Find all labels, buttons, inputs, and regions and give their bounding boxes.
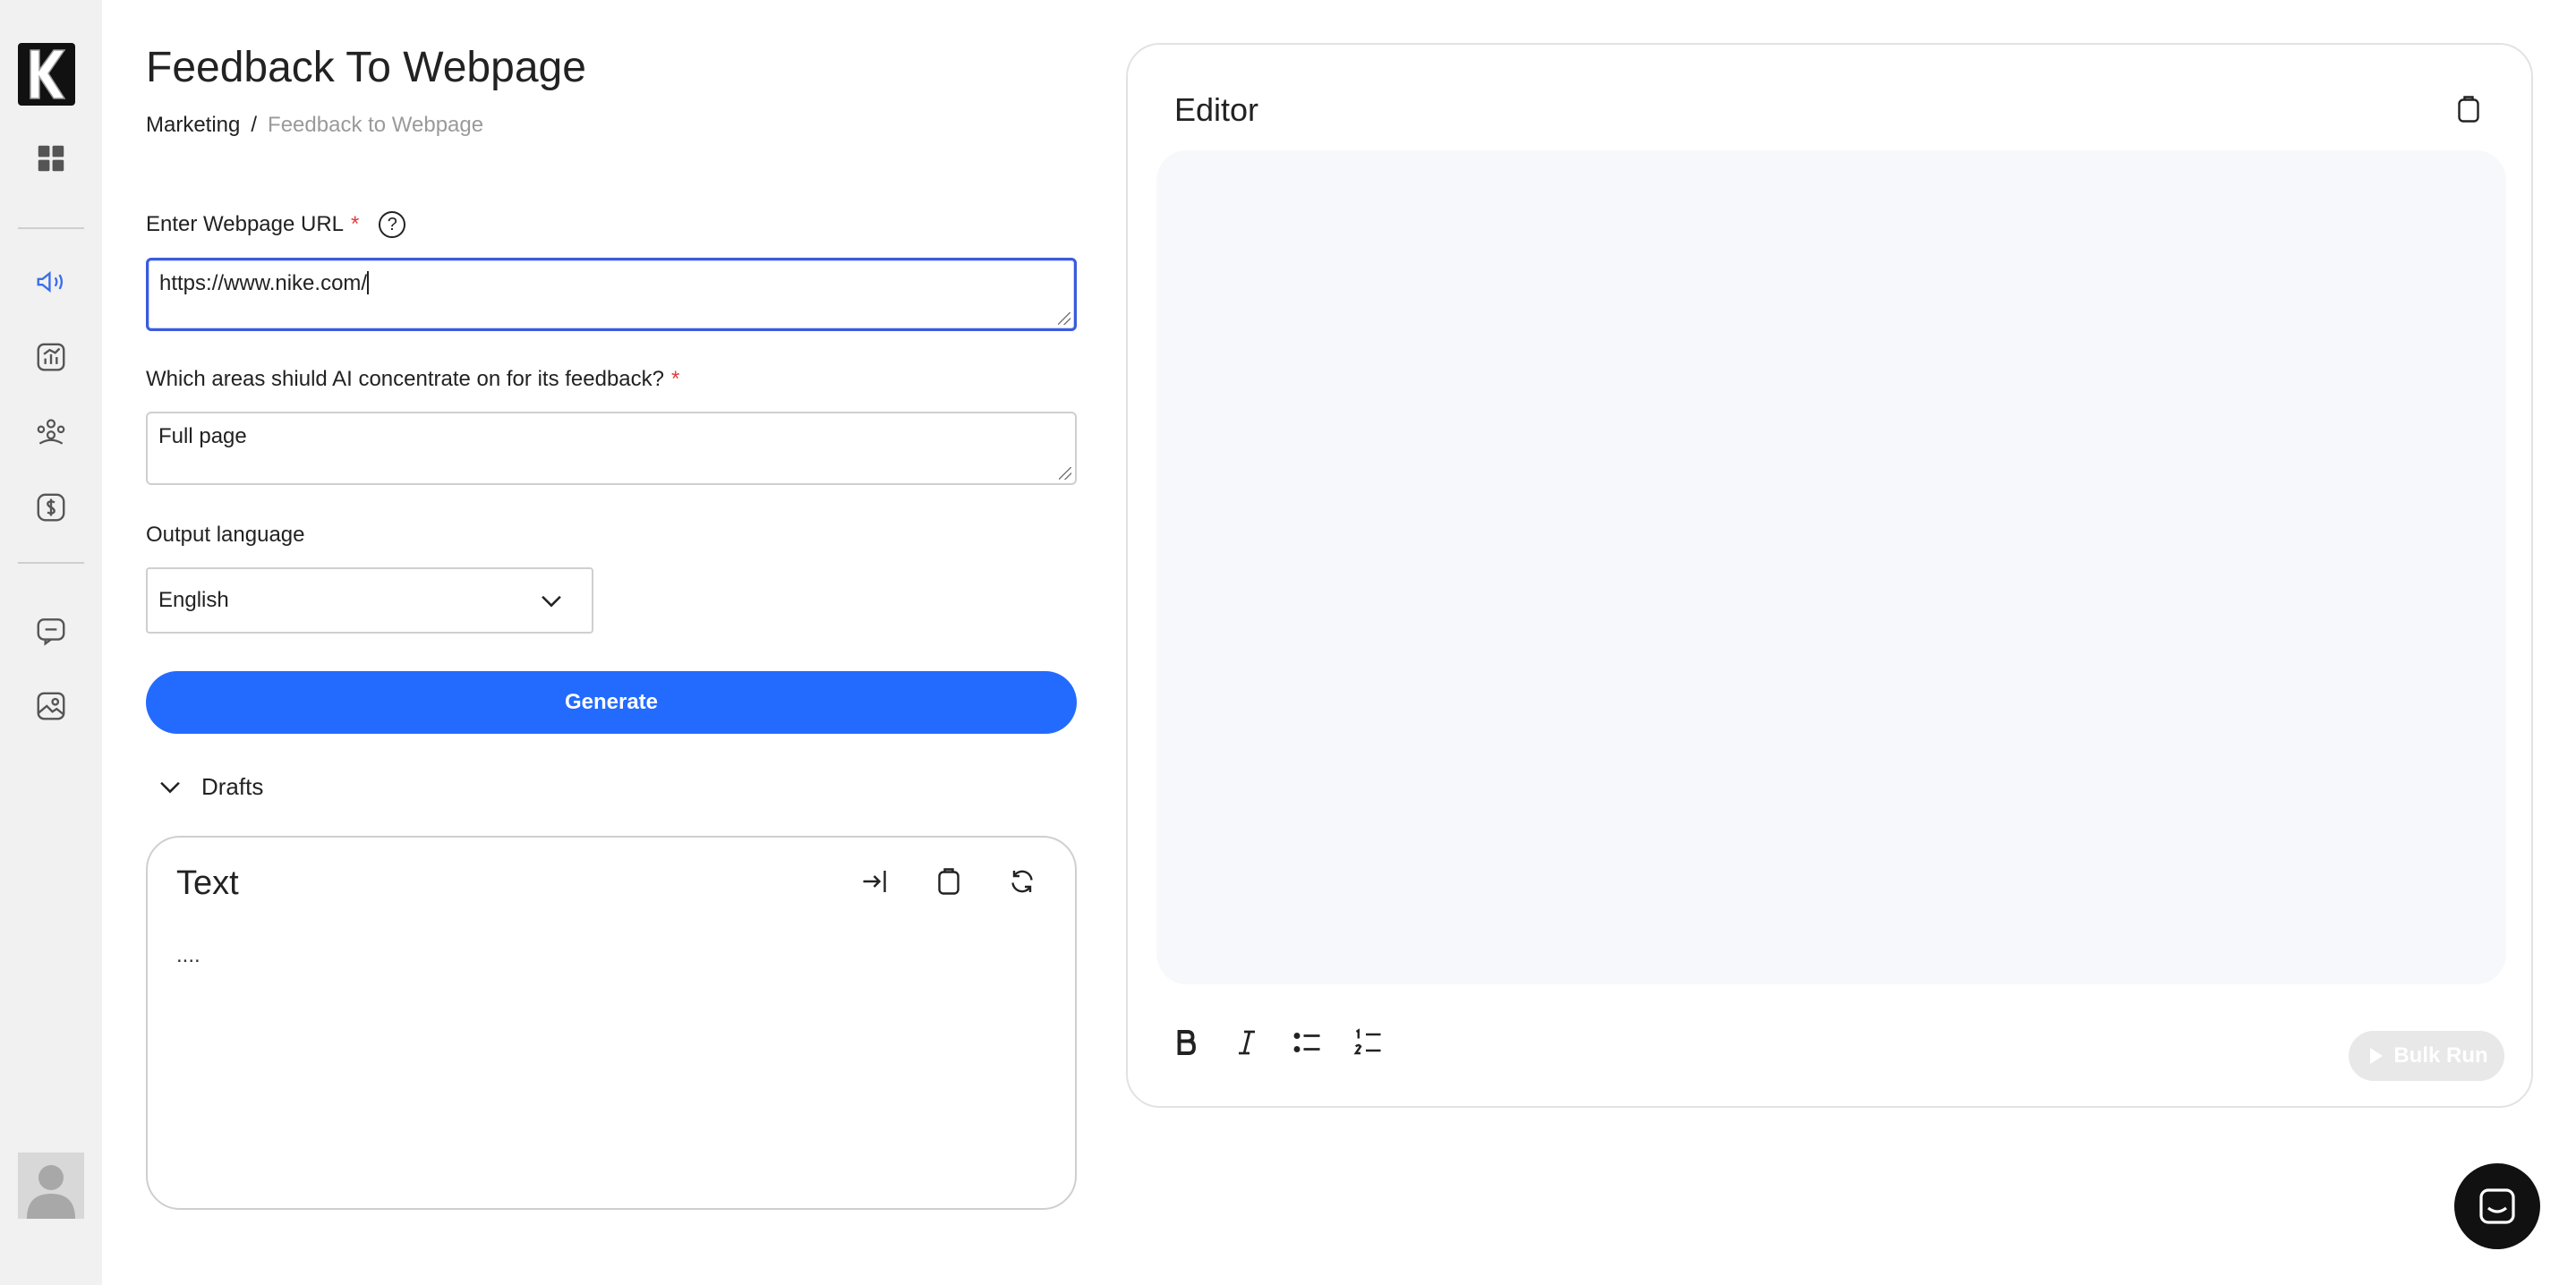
language-label: Output language bbox=[146, 523, 305, 547]
bulk-run-button[interactable]: Bulk Run bbox=[2349, 1031, 2504, 1081]
megaphone-icon[interactable] bbox=[30, 261, 72, 302]
generate-button[interactable]: Generate bbox=[146, 671, 1077, 734]
breadcrumb-current: Feedback to Webpage bbox=[268, 113, 484, 137]
copy-icon[interactable] bbox=[932, 864, 966, 898]
areas-input[interactable]: Full page bbox=[146, 412, 1077, 485]
editor-text-area[interactable] bbox=[1156, 150, 2506, 984]
breadcrumb: Marketing / Feedback to Webpage bbox=[146, 113, 483, 138]
team-icon[interactable] bbox=[30, 412, 72, 453]
draft-card: Text .... bbox=[146, 836, 1077, 1210]
page-title: Feedback To Webpage bbox=[146, 44, 586, 91]
bulk-run-label: Bulk Run bbox=[2393, 1043, 2488, 1068]
help-icon[interactable]: ? bbox=[379, 211, 406, 238]
help-glyph: ? bbox=[387, 214, 397, 234]
text-caret bbox=[367, 271, 370, 294]
drafts-label: Drafts bbox=[201, 772, 264, 800]
dollar-icon[interactable] bbox=[30, 487, 72, 528]
language-select-value: English bbox=[158, 588, 229, 612]
breadcrumb-marketing[interactable]: Marketing bbox=[146, 113, 240, 137]
chart-icon[interactable] bbox=[30, 336, 72, 378]
chevron-down-icon bbox=[160, 781, 180, 794]
play-icon bbox=[2370, 1048, 2384, 1064]
drafts-toggle[interactable]: Drafts bbox=[155, 771, 263, 802]
chat-bubble-icon[interactable] bbox=[30, 610, 72, 651]
insert-icon[interactable] bbox=[858, 864, 892, 898]
draft-actions bbox=[858, 864, 1039, 898]
refresh-icon[interactable] bbox=[1005, 864, 1039, 898]
editor-card: Editor Bulk Run bbox=[1126, 43, 2533, 1108]
editor-toolbar bbox=[1169, 1025, 1386, 1059]
draft-title: Text bbox=[176, 864, 239, 902]
user-avatar-icon bbox=[27, 1165, 75, 1219]
areas-input-value: Full page bbox=[158, 424, 247, 448]
required-marker: * bbox=[671, 367, 680, 391]
avatar[interactable] bbox=[18, 1153, 84, 1219]
logo-k-icon bbox=[30, 49, 66, 99]
areas-label-text: Which areas shiuld AI concentrate on for… bbox=[146, 367, 664, 391]
url-label: Enter Webpage URL * ? bbox=[146, 211, 406, 238]
required-marker: * bbox=[351, 212, 360, 236]
bold-icon[interactable] bbox=[1169, 1025, 1203, 1059]
url-input[interactable]: https://www.nike.com/ bbox=[146, 258, 1077, 331]
resize-handle-icon[interactable] bbox=[1059, 467, 1071, 480]
image-icon[interactable] bbox=[30, 685, 72, 727]
breadcrumb-separator: / bbox=[251, 113, 258, 137]
url-label-text: Enter Webpage URL bbox=[146, 212, 345, 236]
dashboard-icon[interactable] bbox=[30, 138, 72, 179]
numbered-list-icon[interactable] bbox=[1352, 1025, 1386, 1059]
draft-body: .... bbox=[176, 943, 200, 967]
resize-handle-icon[interactable] bbox=[1058, 312, 1070, 325]
areas-label: Which areas shiuld AI concentrate on for… bbox=[146, 367, 679, 392]
bullet-list-icon[interactable] bbox=[1291, 1025, 1325, 1059]
sidebar bbox=[0, 0, 102, 1285]
sidebar-divider bbox=[18, 227, 84, 229]
chat-icon bbox=[2479, 1188, 2515, 1224]
language-select[interactable]: English bbox=[146, 567, 593, 634]
chat-launcher-button[interactable] bbox=[2454, 1163, 2540, 1249]
italic-icon[interactable] bbox=[1230, 1025, 1264, 1059]
chevron-down-icon bbox=[542, 595, 561, 608]
sidebar-divider bbox=[18, 562, 84, 564]
url-input-value: https://www.nike.com/ bbox=[159, 271, 368, 295]
copy-icon[interactable] bbox=[2451, 91, 2486, 127]
app-logo[interactable] bbox=[18, 43, 75, 106]
editor-title: Editor bbox=[1174, 91, 1259, 128]
